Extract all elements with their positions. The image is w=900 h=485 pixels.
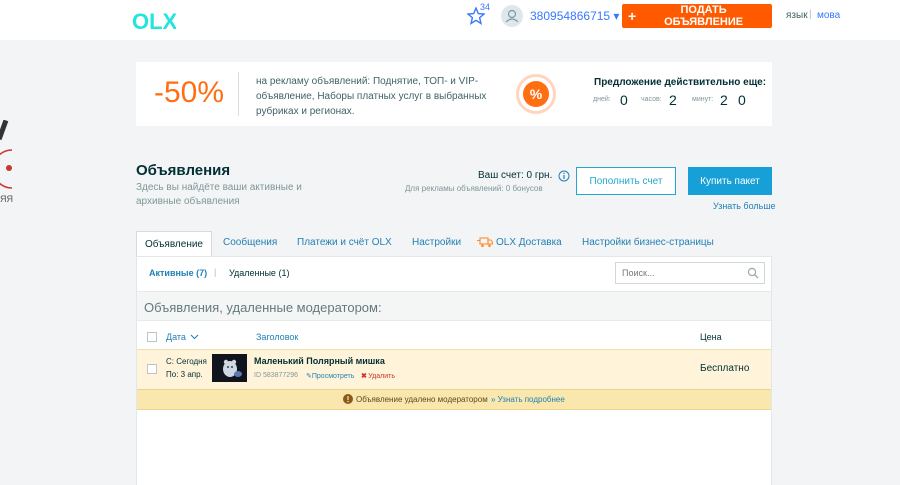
removed-section-title: Объявления, удаленные модератором: — [144, 300, 382, 315]
subtab-deleted[interactable]: Удаленные (1) — [229, 268, 289, 278]
top-header: OLX 34 380954866715 ▾ + ПОДАТЬ ОБЪЯВЛЕНИ… — [0, 0, 900, 40]
search-icon[interactable] — [747, 267, 759, 279]
promo-banner: -50% на рекламу объявлений: Поднятие, ТО… — [136, 62, 772, 126]
column-date-label: Дата — [166, 332, 186, 342]
tab-business-settings[interactable]: Настройки бизнес-страницы — [582, 237, 714, 248]
chevron-down-icon — [191, 334, 199, 340]
column-title[interactable]: Заголовок — [256, 332, 298, 342]
page-title: Объявления — [136, 162, 231, 179]
promo-text: на рекламу объявлений: Поднятие, ТОП- и … — [256, 76, 487, 117]
page-subtitle: Здесь вы найдёте ваши активные и архивны… — [136, 182, 302, 207]
row-date-from: С: Сегодня — [166, 357, 207, 366]
minutes-label: минут: — [692, 96, 714, 103]
percent-badge-text: % — [523, 81, 549, 107]
promo-divider — [238, 72, 239, 116]
subtab-separator: | — [214, 267, 217, 277]
moderation-details-label: Узнать подробнее — [497, 395, 565, 404]
row-checkbox[interactable] — [147, 364, 157, 374]
post-ad-label: ПОДАТЬ ОБЪЯВЛЕНИЕ — [664, 4, 744, 28]
tab-ads[interactable]: Объявление — [136, 231, 212, 257]
delivery-truck-icon — [477, 237, 493, 248]
ad-title-link[interactable]: Маленький Полярный мишка — [254, 356, 385, 366]
info-icon[interactable] — [558, 170, 570, 182]
offer-title: Предложение действительно еще: — [594, 77, 767, 88]
search-input[interactable] — [615, 262, 765, 284]
delete-ad-link[interactable]: ✖ Удалить — [361, 372, 395, 380]
column-date[interactable]: Дата — [166, 332, 199, 342]
select-all-checkbox[interactable] — [147, 332, 157, 342]
hours-value: 2 — [669, 92, 677, 108]
lang-separator: | — [809, 9, 812, 20]
account-bonus: Для рекламы объявлений: 0 бонусов — [405, 184, 543, 193]
hours-label: часов: — [641, 96, 662, 103]
moderation-notice-text: Объявление удалено модератором — [356, 395, 488, 404]
bear-photo-icon — [223, 359, 242, 377]
row-date-to: По: 3 апр. — [166, 370, 203, 379]
ad-thumbnail[interactable] — [212, 354, 247, 382]
minutes-tens: 2 — [720, 92, 728, 108]
warning-icon — [343, 394, 353, 404]
lang-ua-link[interactable]: мова — [817, 10, 840, 21]
close-icon: ✖ — [361, 373, 367, 380]
tab-payments[interactable]: Платежи и счёт OLX — [297, 237, 392, 248]
account-balance: Ваш счет: 0 грн. — [478, 170, 553, 181]
favorites-count: 34 — [480, 2, 491, 12]
lang-ru-link[interactable]: язык — [786, 10, 808, 21]
tab-settings[interactable]: Настройки — [412, 237, 461, 248]
subtab-active[interactable]: Активные (7) — [149, 268, 207, 278]
minutes-ones: 0 — [738, 92, 746, 108]
olx-logo-text: OLX — [132, 9, 176, 34]
side-banner-art — [0, 120, 12, 189]
days-value: 0 — [620, 92, 628, 108]
tab-olx-delivery[interactable]: OLX Доставка — [496, 237, 562, 248]
view-ad-link[interactable]: ✎Просмотреть — [306, 372, 354, 380]
view-ad-label: Просмотреть — [311, 373, 355, 380]
delete-ad-label: Удалить — [368, 373, 396, 380]
side-banner-text: ЯЯ — [0, 194, 13, 204]
buy-package-button[interactable]: Купить пакет — [688, 167, 772, 195]
moderation-details-link[interactable]: » Узнать подробнее — [491, 395, 565, 404]
learn-more-link[interactable]: Узнать больше — [713, 201, 776, 211]
column-price: Цена — [700, 332, 722, 342]
olx-logo[interactable]: OLX — [128, 4, 176, 38]
user-icon — [505, 9, 519, 23]
user-avatar[interactable] — [501, 5, 523, 27]
account-phone-menu[interactable]: 380954866715 ▾ — [530, 9, 619, 23]
tab-messages[interactable]: Сообщения — [223, 237, 277, 248]
ad-price: Бесплатно — [700, 363, 750, 374]
plus-icon: + — [628, 8, 637, 24]
top-up-button[interactable]: Пополнить счет — [576, 167, 676, 195]
percent-badge-icon: % — [516, 74, 556, 114]
post-ad-button[interactable]: + ПОДАТЬ ОБЪЯВЛЕНИЕ — [622, 4, 772, 28]
ad-id: ID 583877296 — [254, 372, 298, 379]
days-label: дней: — [593, 96, 611, 103]
promo-discount: -50% — [154, 76, 225, 109]
